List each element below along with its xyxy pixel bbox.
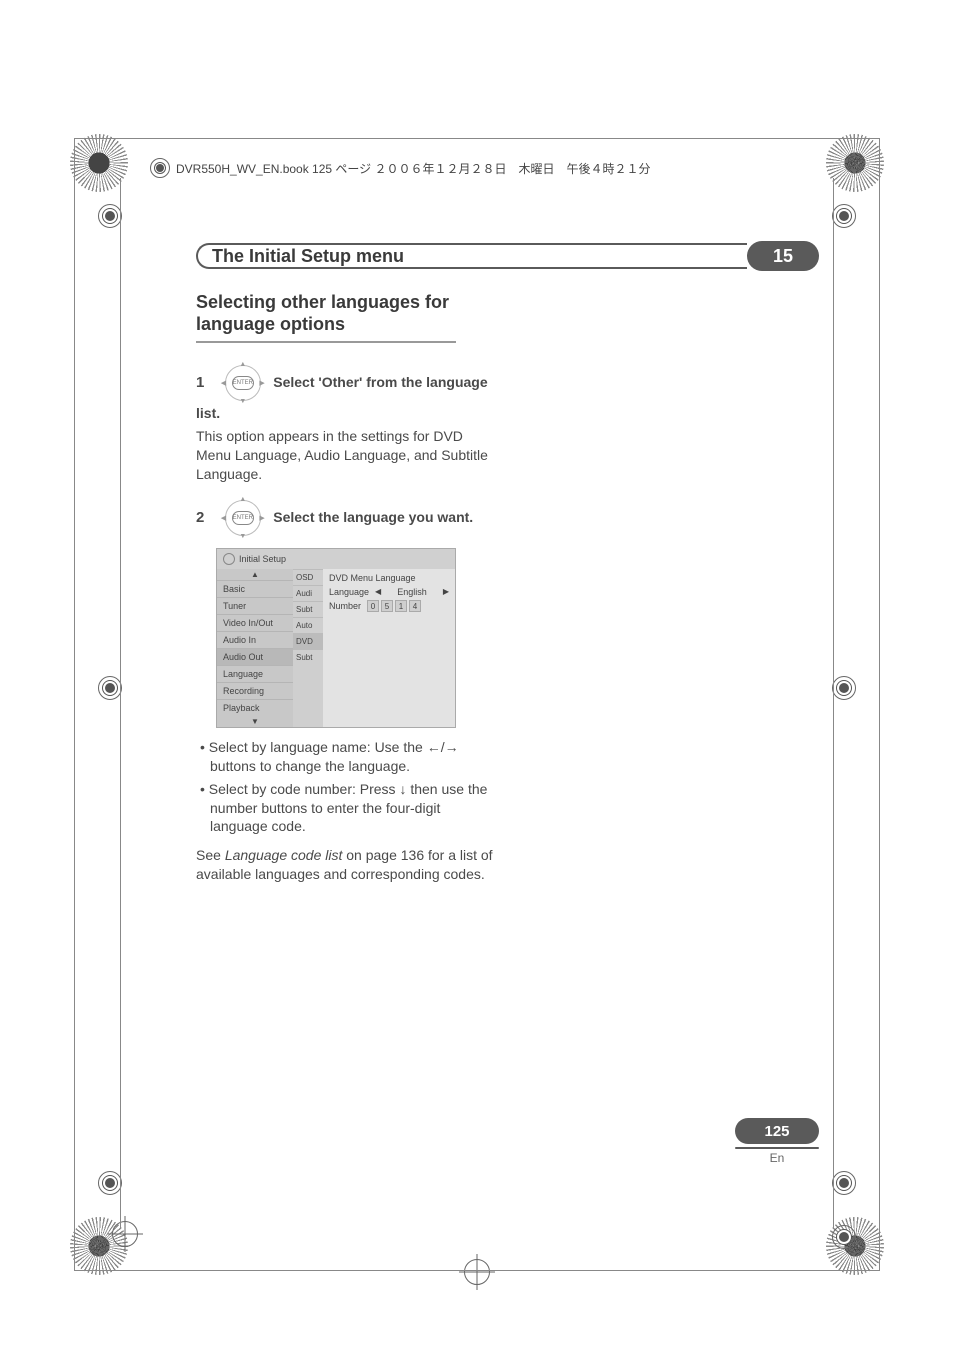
scroll-down-icon: ▼ bbox=[217, 716, 293, 727]
bullet-2: Select by code number: Press ↓ then use … bbox=[210, 780, 496, 837]
osd-right-panel: DVD Menu Language Language ◀ English ▶ N… bbox=[323, 569, 455, 727]
osd-mid-item: Subt bbox=[293, 601, 323, 617]
scroll-up-icon: ▲ bbox=[217, 569, 293, 580]
osd-left-item: Audio Out bbox=[217, 648, 293, 665]
osd-mid-item: Subt bbox=[293, 649, 323, 665]
osd-left-item: Tuner bbox=[217, 597, 293, 614]
nav-left-icon: ◀ bbox=[221, 514, 226, 522]
osd-mid-menu: OSD Audi Subt Auto DVD Subt bbox=[293, 569, 323, 727]
page-number-badge: 125 En bbox=[735, 1118, 819, 1165]
book-meta-line: DVR550H_WV_EN.book 125 ページ ２００６年１２月２８日 木… bbox=[150, 158, 651, 178]
nav-right-icon: ▶ bbox=[259, 514, 264, 522]
enter-button-icon: ▲ ▼ ◀ ▶ ENTER bbox=[221, 361, 265, 405]
crop-guide bbox=[74, 1270, 880, 1271]
bullet-1: Select by language name: Use the ←/→ but… bbox=[210, 738, 496, 776]
osd-field-label: Language bbox=[329, 587, 369, 597]
print-registration-mark bbox=[832, 204, 856, 228]
print-registration-mark bbox=[832, 1171, 856, 1195]
osd-field-value: English bbox=[387, 587, 437, 597]
enter-button-icon: ▲ ▼ ◀ ▶ ENTER bbox=[221, 496, 265, 540]
reference-title: Language code list bbox=[225, 847, 343, 863]
chapter-number: 15 bbox=[747, 241, 819, 271]
triangle-left-icon: ◀ bbox=[375, 587, 381, 596]
osd-mid-item: OSD bbox=[293, 569, 323, 585]
osd-title: Initial Setup bbox=[239, 554, 286, 564]
digit: 5 bbox=[381, 600, 393, 612]
digit: 0 bbox=[367, 600, 379, 612]
crop-guide bbox=[120, 178, 121, 1229]
gear-icon bbox=[223, 553, 235, 565]
print-registration-mark bbox=[98, 676, 122, 700]
nav-right-icon: ▶ bbox=[259, 379, 264, 387]
osd-field-label: Number bbox=[329, 601, 361, 611]
step-1-description: This option appears in the settings for … bbox=[196, 427, 496, 484]
arrow-right-icon: → bbox=[445, 739, 459, 755]
print-registration-mark bbox=[832, 676, 856, 700]
osd-left-item: Language bbox=[217, 665, 293, 682]
print-registration-corner bbox=[830, 138, 880, 188]
step-number: 2 bbox=[196, 509, 204, 526]
content-column: Selecting other languages for language o… bbox=[196, 292, 496, 884]
crop-guide bbox=[74, 138, 75, 1271]
reference-text: See Language code list on page 136 for a… bbox=[196, 846, 496, 884]
osd-left-menu: ▲ Basic Tuner Video In/Out Audio In Audi… bbox=[217, 569, 293, 727]
osd-screenshot: Initial Setup ▲ Basic Tuner Video In/Out… bbox=[216, 548, 456, 728]
crop-guide bbox=[879, 138, 880, 1271]
chapter-header: The Initial Setup menu 15 bbox=[196, 242, 819, 270]
page-language: En bbox=[735, 1151, 819, 1165]
nav-down-icon: ▼ bbox=[239, 533, 246, 540]
triangle-right-icon: ▶ bbox=[443, 587, 449, 596]
print-registration-corner bbox=[74, 138, 124, 188]
print-registration-icon bbox=[150, 158, 170, 178]
osd-left-item: Audio In bbox=[217, 631, 293, 648]
osd-right-header: DVD Menu Language bbox=[329, 573, 449, 583]
osd-left-item: Video In/Out bbox=[217, 614, 293, 631]
book-meta-text: DVR550H_WV_EN.book 125 ページ ２００６年１２月２８日 木… bbox=[176, 160, 651, 177]
step-2-text: Select the language you want. bbox=[273, 509, 473, 525]
print-cross-mark bbox=[112, 1221, 138, 1247]
osd-left-item: Playback bbox=[217, 699, 293, 716]
osd-left-item: Recording bbox=[217, 682, 293, 699]
print-registration-mark bbox=[98, 1171, 122, 1195]
crop-guide bbox=[74, 138, 880, 139]
enter-label: ENTER bbox=[232, 511, 254, 525]
print-cross-mark bbox=[464, 1259, 490, 1285]
nav-up-icon: ▲ bbox=[239, 496, 246, 503]
nav-down-icon: ▼ bbox=[239, 398, 246, 405]
chapter-title: The Initial Setup menu bbox=[196, 243, 747, 269]
page-number: 125 bbox=[735, 1118, 819, 1144]
osd-number-digits: 0514 bbox=[367, 600, 423, 612]
enter-label: ENTER bbox=[232, 376, 254, 390]
osd-titlebar: Initial Setup bbox=[217, 549, 455, 569]
digit: 4 bbox=[409, 600, 421, 612]
digit: 1 bbox=[395, 600, 407, 612]
step-2: 2 ▲ ▼ ◀ ▶ ENTER Select the language you … bbox=[196, 496, 496, 540]
arrow-left-icon: ← bbox=[427, 739, 441, 755]
osd-mid-item: Audi bbox=[293, 585, 323, 601]
section-title: Selecting other languages for language o… bbox=[196, 292, 456, 343]
crop-guide bbox=[833, 178, 834, 1229]
osd-mid-item: DVD bbox=[293, 633, 323, 649]
print-registration-mark bbox=[98, 204, 122, 228]
print-registration-mark bbox=[832, 1225, 856, 1249]
step-number: 1 bbox=[196, 374, 204, 391]
nav-left-icon: ◀ bbox=[221, 379, 226, 387]
nav-up-icon: ▲ bbox=[239, 361, 246, 368]
osd-mid-item: Auto bbox=[293, 617, 323, 633]
step-1: 1 ▲ ▼ ◀ ▶ ENTER Select 'Other' from the … bbox=[196, 361, 496, 423]
osd-left-item: Basic bbox=[217, 580, 293, 597]
